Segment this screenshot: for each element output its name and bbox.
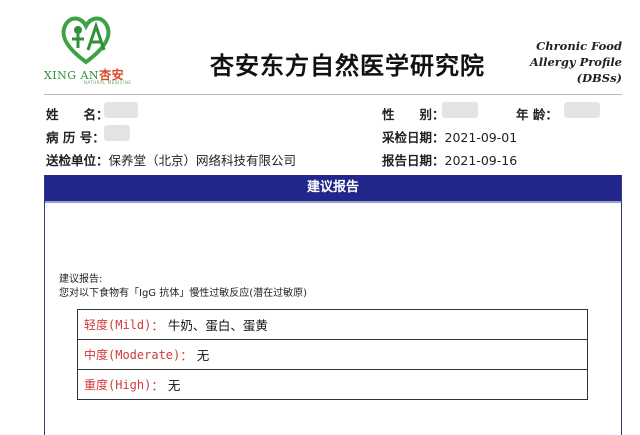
report-date-field: 报告日期：2021-09-16 [382,153,518,168]
section-title: 建议报告 [45,175,621,201]
redacted-age [564,102,600,118]
section-rule [45,201,621,203]
submitting-org-field: 送检单位：保养堂（北京）网络科技有限公司 [46,153,297,168]
logo-tagline: NATURAL MEDICINE [84,80,132,85]
result-row-high: 重度(High)： 无 [84,378,181,393]
institution-title: 杏安东方自然医学研究院 [210,52,485,80]
report-type-title: Chronic Food Allergy Profile (DBSs) [529,39,622,85]
record-number-field: 病 历 号： [46,130,105,145]
result-row-mild: 轻度(Mild)： 牛奶、蛋白、蛋黄 [78,310,587,340]
allergy-results-table: 轻度(Mild)： 牛奶、蛋白、蛋黄 中度(Moderate)： 无 重度(Hi… [77,309,588,400]
redacted-record-number [104,125,130,141]
name-field: 姓 名： [46,107,109,122]
header-divider [44,94,622,95]
age-field: 年 龄： [516,107,558,122]
advice-panel: 建议报告 建议报告: 您对以下食物有「IgG 抗体」慢性过敏反应(潜在过敏原) … [44,175,622,435]
heart-leaf-icon [61,16,111,65]
sample-date-field: 采检日期：2021-09-01 [382,130,518,145]
advice-intro: 建议报告: 您对以下食物有「IgG 抗体」慢性过敏反应(潜在过敏原) [59,274,308,299]
result-row-moderate: 中度(Moderate)： 无 [78,340,587,370]
redacted-name [104,102,138,118]
redacted-gender [442,102,478,118]
gender-field: 性 别： [382,107,445,122]
company-logo: XING AN杏安 NATURAL MEDICINE [14,12,154,85]
